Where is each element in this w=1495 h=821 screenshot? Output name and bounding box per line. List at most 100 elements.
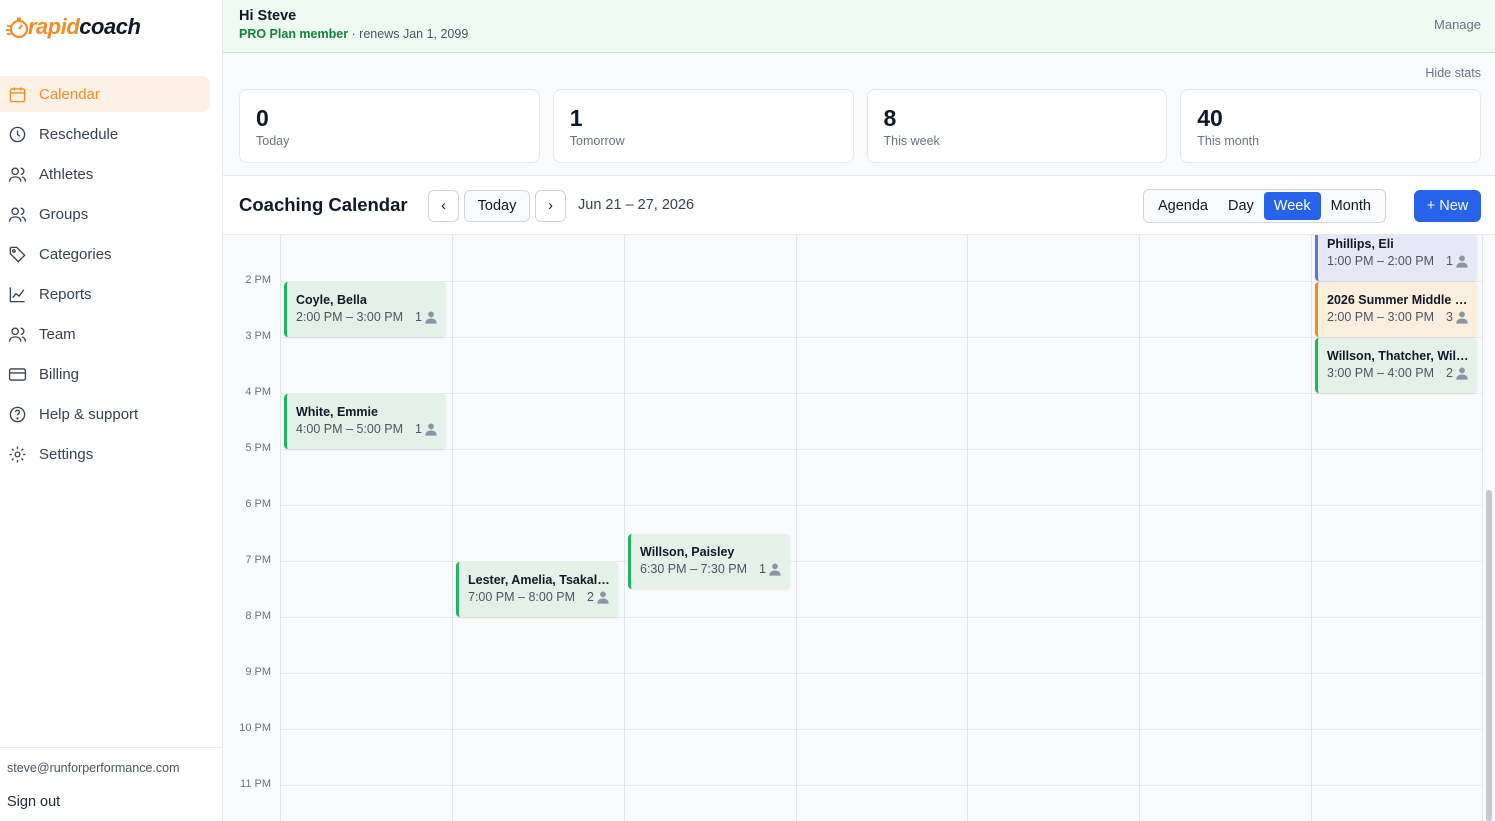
users-icon [7,164,27,184]
hour-gridline [280,505,1482,506]
calendar-event[interactable]: Coyle, Bella 2:00 PM – 3:00 PM 1 [284,282,446,337]
sidebar-item-settings[interactable]: Settings [0,436,210,472]
rapidcoach-logo[interactable]: rapidcoach [6,12,141,42]
event-time: 1:00 PM – 2:00 PM [1327,254,1435,268]
event-attendee-count: 2 [1446,366,1469,380]
new-event-button[interactable]: + New [1414,190,1481,222]
event-details: 4:00 PM – 5:00 PM 1 [296,422,438,436]
attendee-count-value: 2 [1446,366,1453,380]
day-column-divider [280,235,281,821]
view-week-button[interactable]: Week [1263,192,1321,220]
event-title: Willson, Paisley [640,545,735,559]
sidebar-item-categories[interactable]: Categories [0,236,210,272]
logo-wordmark: rapidcoach [28,14,141,40]
stat-value: 0 [256,105,269,131]
today-button[interactable]: Today [464,190,530,222]
sidebar-item-label: Calendar [39,85,100,103]
event-time: 2:00 PM – 3:00 PM [296,310,404,324]
event-attendee-count: 2 [587,590,610,604]
calendar-event[interactable]: White, Emmie 4:00 PM – 5:00 PM 1 [284,394,446,449]
event-time: 4:00 PM – 5:00 PM [296,422,404,436]
event-details: 1:00 PM – 2:00 PM 1 [1327,254,1469,268]
person-icon [1455,254,1469,268]
manage-link[interactable]: Manage [1434,17,1481,32]
event-attendee-count: 3 [1446,310,1469,324]
stopwatch-icon [6,17,29,39]
event-title: Willson, Thatcher, Willson [1327,349,1469,363]
users-icon [7,324,27,344]
event-details: 3:00 PM – 4:00 PM 2 [1327,366,1469,380]
sidebar-item-groups[interactable]: Groups [0,196,210,232]
plan-renewal: · renews Jan 1, 2099 [348,27,469,41]
view-agenda-button[interactable]: Agenda [1148,192,1218,220]
attendee-count-value: 1 [415,422,422,436]
stat-card-this-week: 8 This week [866,89,1168,163]
previous-week-button[interactable]: ‹ [428,190,459,222]
time-label: 2 PM [245,274,271,286]
person-icon [596,590,610,604]
hour-gridline [280,785,1482,786]
view-month-button[interactable]: Month [1321,192,1381,220]
user-email: steve@runforperformance.com [7,761,180,775]
calendar-event[interactable]: Willson, Paisley 6:30 PM – 7:30 PM 1 [628,534,790,589]
calendar-icon [7,84,27,104]
sidebar-nav: Calendar Reschedule Athletes Groups Cate… [0,76,222,476]
time-label: 7 PM [245,554,271,566]
sidebar-footer: steve@runforperformance.com Sign out [0,747,222,821]
hide-stats-link[interactable]: Hide stats [1425,66,1481,80]
sidebar-item-help[interactable]: Help & support [0,396,210,432]
hour-gridline [280,673,1482,674]
next-week-button[interactable]: › [535,190,566,222]
day-column-divider [796,235,797,821]
calendar-event[interactable]: Phillips, Eli 1:00 PM – 2:00 PM 1 [1315,235,1477,281]
event-time: 7:00 PM – 8:00 PM [468,590,576,604]
view-switcher: Agenda Day Week Month [1143,189,1386,223]
hour-gridline [280,729,1482,730]
person-icon [1455,366,1469,380]
sidebar-item-athletes[interactable]: Athletes [0,156,210,192]
view-day-button[interactable]: Day [1218,192,1264,220]
calendar-event[interactable]: Willson, Thatcher, Willson 3:00 PM – 4:00… [1315,338,1477,393]
week-grid[interactable]: 2 PM 3 PM 4 PM 5 PM 6 PM 7 PM 8 PM 9 PM 10 PM 11 … [223,235,1495,821]
sidebar-item-team[interactable]: Team [0,316,210,352]
time-label: 5 PM [245,442,271,454]
calendar-event[interactable]: Lester, Amelia, Tsakalidis 7:00 PM – 8:00… [456,562,618,617]
sidebar: rapidcoach Calendar Reschedule Athletes … [0,0,223,821]
time-label: 4 PM [245,386,271,398]
event-attendee-count: 1 [415,422,438,436]
event-attendee-count: 1 [759,562,782,576]
membership-banner: Hi Steve PRO Plan member · renews Jan 1,… [223,0,1495,53]
sidebar-item-reschedule[interactable]: Reschedule [0,116,210,152]
attendee-count-value: 1 [415,310,422,324]
event-attendee-count: 1 [1446,254,1469,268]
sign-out-link[interactable]: Sign out [7,794,60,810]
clock-icon [7,124,27,144]
day-column-divider [967,235,968,821]
stat-value: 8 [883,105,897,131]
sidebar-item-calendar[interactable]: Calendar [0,76,210,112]
event-time: 3:00 PM – 4:00 PM [1327,366,1435,380]
stat-value: 1 [569,105,583,131]
attendee-count-value: 3 [1446,310,1453,324]
event-attendee-count: 1 [415,310,438,324]
greeting: Hi Steve [239,8,297,24]
sidebar-item-billing[interactable]: Billing [0,356,210,392]
sidebar-item-reports[interactable]: Reports [0,276,210,312]
sidebar-item-label: Settings [39,445,94,463]
plan-info: PRO Plan member · renews Jan 1, 2099 [239,27,468,41]
event-title: White, Emmie [296,405,378,419]
stat-label: Tomorrow [569,134,625,148]
calendar-event[interactable]: 2026 Summer Middle School 2:00 PM – 3:00 … [1315,282,1477,337]
stats-row: 0 Today 1 Tomorrow 8 This week 40 This m… [239,89,1481,163]
attendee-count-value: 2 [587,590,594,604]
event-details: 2:00 PM – 3:00 PM 3 [1327,310,1469,324]
time-label: 6 PM [245,498,271,510]
hour-gridline [280,281,1482,282]
calendar-toolbar: Coaching Calendar ‹ Today › Jun 21 – 27,… [223,175,1495,235]
scrollbar[interactable] [1486,490,1492,821]
person-icon [768,562,782,576]
time-label: 3 PM [245,330,271,342]
main-content: Hi Steve PRO Plan member · renews Jan 1,… [223,0,1495,821]
time-label: 11 PM [240,778,271,790]
event-time: 6:30 PM – 7:30 PM [640,562,748,576]
